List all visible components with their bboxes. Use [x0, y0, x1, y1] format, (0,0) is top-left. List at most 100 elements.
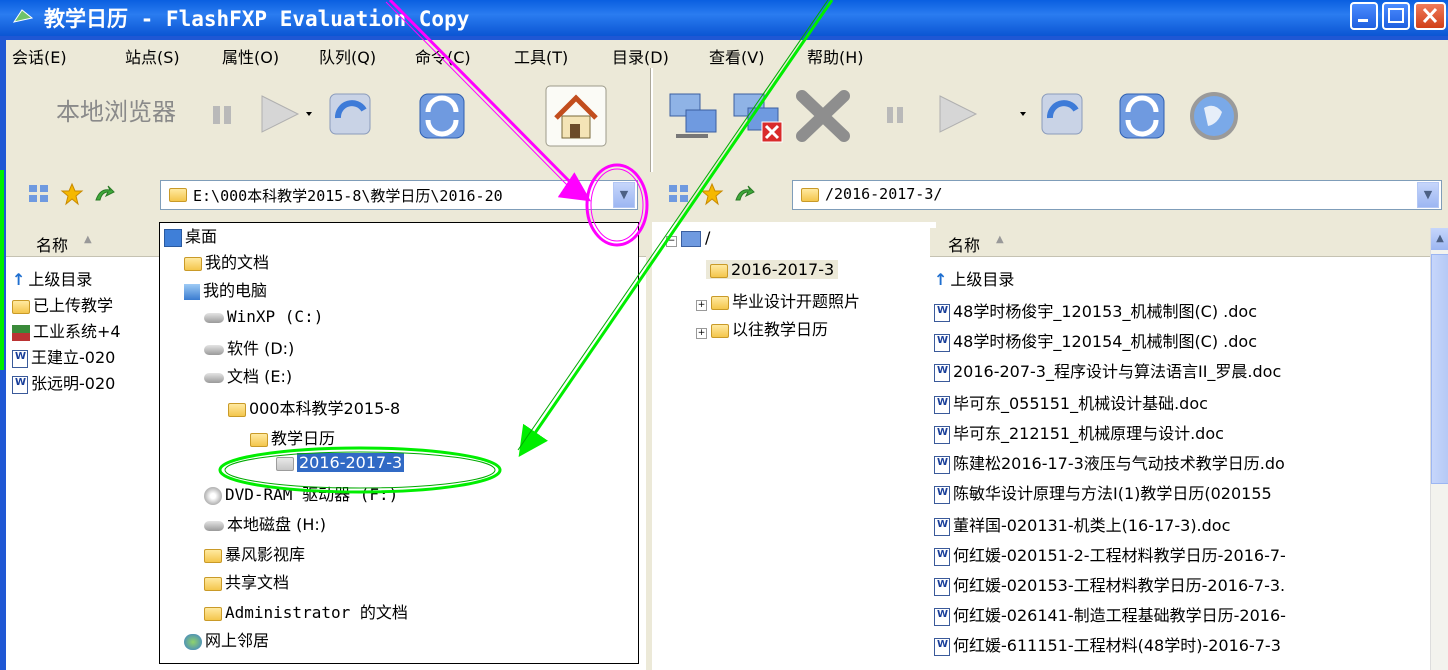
maximize-icon [1388, 8, 1404, 23]
up-arrow-icon: ↑ [934, 270, 948, 289]
parent-dir-remote-arrow-icon[interactable] [732, 182, 756, 210]
list-item[interactable]: 陈敏华设计原理与方法Ⅰ(1)教学日历(020155 [934, 480, 1272, 504]
list-item[interactable]: 毕可东_055151_机械设计基础.doc [934, 390, 1208, 414]
list-item[interactable]: ↑ 上级目录 [12, 266, 92, 290]
list-item[interactable]: 工业系统+4 [12, 318, 121, 342]
column-name-label[interactable]: 名称 [36, 232, 68, 256]
list-item[interactable]: 王建立-020 [12, 344, 115, 368]
dropdown-item-folder[interactable]: 共享文档 [204, 569, 289, 593]
tree-item[interactable]: + 毕业设计开题照片 [696, 288, 860, 312]
path-dropdown-list[interactable]: 桌面 我的文档 我的电脑 WinXP (C:) 软件 (D:) 文档 (E:) … [159, 222, 639, 664]
menu-commands[interactable]: 命令(C) [415, 44, 471, 68]
dropdown-item-drive-e[interactable]: 文档 (E:) [204, 363, 292, 387]
dropdown-item-folder[interactable]: 教学日历 [250, 425, 335, 449]
list-item[interactable]: ↑ 上级目录 [934, 266, 1014, 290]
remote-tree[interactable]: −/ 2016-2017-3 + 毕业设计开题照片 + 以往教学日历 [652, 222, 936, 670]
dropdown-item-selected[interactable]: 2016-2017-3 [276, 453, 405, 472]
list-item[interactable]: 何红媛-020153-工程材料教学日历-2016-7-3. [934, 572, 1285, 596]
menu-tools[interactable]: 工具(T) [514, 44, 568, 68]
column-name-label[interactable]: 名称 [948, 232, 980, 256]
menu-view[interactable]: 查看(V) [709, 44, 764, 68]
remote-column-header[interactable]: 名称 ▲ [930, 228, 1430, 257]
word-doc-icon [934, 485, 950, 504]
favorites-star-remote-icon[interactable] [700, 182, 724, 210]
tree-item-selected[interactable]: 2016-2017-3 [706, 260, 839, 279]
toolbar: 本地浏览器 [6, 68, 1448, 172]
collapse-icon[interactable]: − [666, 236, 677, 247]
menu-properties[interactable]: 属性(O) [222, 44, 279, 68]
favorites-star-icon[interactable] [60, 182, 84, 210]
up-arrow-icon: ↑ [12, 270, 26, 289]
dropdown-item-my-documents[interactable]: 我的文档 [184, 249, 269, 273]
list-item[interactable]: 何红媛-611151-工程材料(48学时)-2016-7-3 [934, 632, 1281, 656]
list-item[interactable]: 陈建松2016-17-3液压与气动技术教学日历.do [934, 450, 1285, 474]
connect-icon[interactable] [666, 90, 720, 146]
menu-queue[interactable]: 队列(Q) [319, 44, 376, 68]
dropdown-item-drive-h[interactable]: 本地磁盘 (H:) [204, 511, 326, 535]
dropdown-item-desktop[interactable]: 桌面 [164, 223, 217, 247]
home-icon[interactable] [544, 84, 608, 152]
dropdown-item-my-computer[interactable]: 我的电脑 [184, 277, 267, 301]
title-bar[interactable]: 教学日历 - FlashFXP Evaluation Copy [0, 0, 1448, 40]
close-button[interactable] [1414, 2, 1446, 30]
local-path-dropdown-button[interactable]: ▼ [613, 182, 635, 208]
remote-path-combo[interactable]: /2016-2017-3/ ▼ [792, 180, 1442, 210]
dropdown-item-drive-f[interactable]: DVD-RAM 驱动器 (F:) [204, 481, 398, 505]
word-doc-icon [12, 349, 28, 368]
remote-scrollbar[interactable]: ▲ [1430, 228, 1448, 670]
expand-icon[interactable]: + [696, 328, 707, 339]
list-item[interactable]: 已上传教学 [12, 292, 113, 316]
list-item[interactable]: 董祥国-020131-机类上(16-17-3).doc [934, 512, 1230, 536]
tree-root[interactable]: − / [666, 228, 710, 247]
tree-view-icon[interactable] [28, 184, 50, 208]
local-path-combo[interactable]: E:\000本科教学2015-8\教学日历\2016-20 ▼ [160, 180, 638, 210]
refresh-folder-icon[interactable] [324, 88, 380, 148]
remote-file-list[interactable]: 名称 ▲ ↑上级目录 48学时杨俊宇_120153_机械制图(C) .doc 4… [930, 228, 1430, 670]
tree-item[interactable]: + 以往教学日历 [696, 316, 828, 340]
play-icon[interactable] [258, 92, 314, 140]
local-browser-label[interactable]: 本地浏览器 [56, 92, 176, 127]
toolbar-divider [650, 68, 653, 172]
refresh-icon[interactable] [414, 88, 470, 148]
parent-dir-arrow-icon[interactable] [92, 182, 116, 210]
list-item[interactable]: 2016-207-3_程序设计与算法语言II_罗晨.doc [934, 358, 1281, 382]
list-item[interactable]: 何红媛-026141-制造工程基础教学日历-2016- [934, 602, 1286, 626]
dropdown-item-folder[interactable]: 000本科教学2015-8 [228, 395, 400, 419]
remote-path-dropdown-button[interactable]: ▼ [1417, 182, 1439, 208]
play-remote-icon[interactable] [926, 92, 1030, 140]
word-doc-icon [934, 577, 950, 596]
word-doc-icon [934, 395, 950, 414]
dropdown-item-folder[interactable]: 暴风影视库 [204, 541, 305, 565]
word-doc-icon [12, 375, 28, 394]
globe-icon[interactable] [1186, 88, 1242, 148]
disconnect-icon[interactable] [730, 90, 786, 150]
dropdown-item-folder[interactable]: Administrator 的文档 [204, 599, 408, 623]
menu-sites[interactable]: 站点(S) [125, 44, 180, 68]
expand-icon[interactable]: + [696, 300, 707, 311]
list-item[interactable]: 张远明-020 [12, 370, 115, 394]
list-item[interactable]: 48学时杨俊宇_120153_机械制图(C) .doc [934, 298, 1257, 322]
sort-asc-icon: ▲ [84, 234, 92, 245]
word-doc-icon [934, 547, 950, 566]
pause-icon[interactable] [208, 100, 238, 134]
menu-session[interactable]: 会话(E) [12, 44, 67, 68]
list-item[interactable]: 毕可东_212151_机械原理与设计.doc [934, 420, 1224, 444]
list-item[interactable]: 48学时杨俊宇_120154_机械制图(C) .doc [934, 328, 1257, 352]
refresh-remote-icon[interactable] [1114, 88, 1170, 148]
minimize-button[interactable] [1350, 2, 1378, 30]
tree-view-remote-icon[interactable] [668, 184, 690, 208]
abort-icon[interactable] [796, 90, 852, 146]
menu-help[interactable]: 帮助(H) [807, 44, 864, 68]
maximize-button[interactable] [1382, 2, 1410, 30]
dropdown-item-network[interactable]: 网上邻居 [184, 627, 269, 651]
pause-remote-icon[interactable] [882, 102, 912, 136]
scroll-up-button[interactable]: ▲ [1431, 228, 1448, 250]
dropdown-item-drive-d[interactable]: 软件 (D:) [204, 335, 294, 359]
remote-path-text: /2016-2017-3/ [825, 185, 943, 203]
scroll-thumb[interactable] [1431, 254, 1448, 484]
list-item[interactable]: 何红媛-020151-2-工程材料教学日历-2016-7- [934, 542, 1286, 566]
dropdown-item-drive-c[interactable]: WinXP (C:) [204, 307, 323, 326]
refresh-folder-remote-icon[interactable] [1036, 88, 1092, 148]
word-doc-icon [934, 455, 950, 474]
menu-directory[interactable]: 目录(D) [612, 44, 669, 68]
